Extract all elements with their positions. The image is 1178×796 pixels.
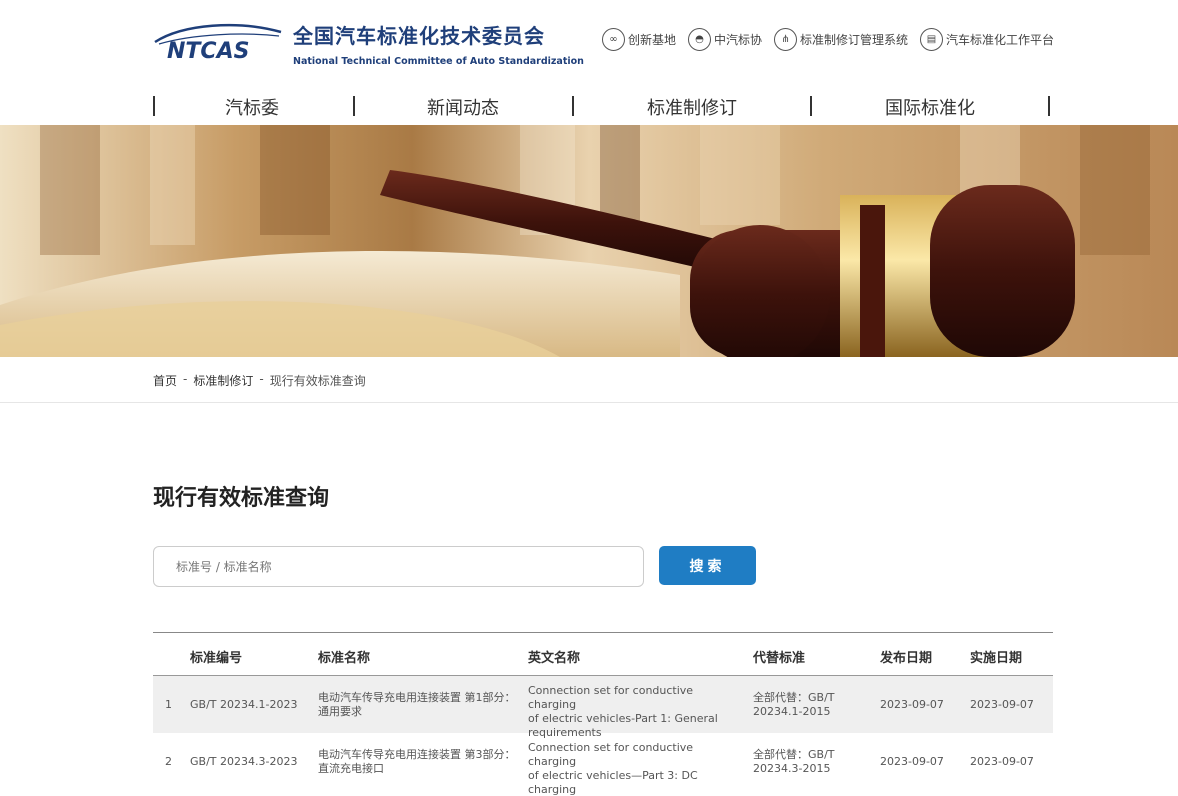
site-logo[interactable]: NTCAS 全国汽车标准化技术委员会 National Technical Co…	[153, 20, 584, 67]
standard-english-name: Connection set for conductive charging o…	[528, 684, 718, 739]
breadcrumb-separator: -	[183, 372, 188, 386]
nav-divider	[1048, 96, 1050, 116]
main-nav: 汽标委 新闻动态 标准制修订 国际标准化	[153, 94, 1050, 119]
breadcrumb-bar: 首页 - 标准制修订 - 现行有效标准查询	[0, 357, 1178, 403]
logo-english-name: National Technical Committee of Auto Sta…	[293, 56, 584, 67]
quick-link-standard-system[interactable]: ⋔ 标准制修订管理系统	[773, 28, 908, 51]
breadcrumb: 首页 - 标准制修订 - 现行有效标准查询	[153, 372, 366, 389]
quick-link-work-platform[interactable]: ▤ 汽车标准化工作平台	[919, 28, 1054, 51]
replaced-standard: 全部代替：GB/T 20234.3-2015	[753, 748, 835, 775]
quick-link-label: 标准制修订管理系统	[799, 33, 908, 47]
network-icon: ⋔	[773, 28, 797, 51]
row-index: 1	[165, 698, 172, 711]
column-header-english-name: 英文名称	[528, 651, 581, 666]
breadcrumb-standard-revision[interactable]: 标准制修订	[193, 372, 253, 389]
gavel-book-illustration	[0, 125, 1178, 357]
row-index: 2	[165, 755, 172, 768]
nav-item-news[interactable]: 新闻动态	[427, 94, 499, 120]
quick-link-innovation-base[interactable]: ∞ 创新基地	[601, 28, 676, 51]
replaced-standard: 全部代替：GB/T 20234.1-2015	[753, 691, 835, 718]
infinity-icon: ∞	[601, 28, 625, 51]
column-header-replaces: 代替标准	[753, 651, 806, 666]
quick-link-caam[interactable]: ◓ 中汽标协	[687, 28, 762, 51]
site-header: NTCAS 全国汽车标准化技术委员会 National Technical Co…	[0, 0, 1178, 125]
column-header-name: 标准名称	[318, 651, 371, 666]
quick-link-label: 创新基地	[627, 33, 676, 47]
logo-chinese-name: 全国汽车标准化技术委员会	[293, 24, 545, 48]
standard-code[interactable]: GB/T 20234.1-2023	[190, 698, 297, 712]
ntcas-logo-mark: NTCAS	[153, 20, 285, 64]
search-input[interactable]	[153, 546, 644, 587]
nav-divider	[353, 96, 355, 116]
table-row[interactable]: 2 GB/T 20234.3-2023 电动汽车传导充电用连接装置 第3部分： …	[153, 733, 1053, 796]
column-header-code: 标准编号	[190, 651, 243, 666]
quick-link-label: 汽车标准化工作平台	[945, 33, 1054, 47]
hero-banner	[0, 125, 1178, 357]
car-icon: ◓	[687, 28, 711, 51]
document-icon: ▤	[919, 28, 943, 51]
implement-date: 2023-09-07	[970, 755, 1034, 768]
table-row[interactable]: 1 GB/T 20234.1-2023 电动汽车传导充电用连接装置 第1部分： …	[153, 676, 1053, 739]
breadcrumb-separator: -	[259, 372, 264, 386]
publish-date: 2023-09-07	[880, 698, 944, 711]
publish-date: 2023-09-07	[880, 755, 944, 768]
standard-english-name: Connection set for conductive charging o…	[528, 741, 698, 796]
standard-name[interactable]: 电动汽车传导充电用连接装置 第1部分： 通用要求	[318, 691, 518, 719]
page-title: 现行有效标准查询	[153, 486, 330, 511]
nav-divider	[572, 96, 574, 116]
standard-name[interactable]: 电动汽车传导充电用连接装置 第3部分： 直流充电接口	[318, 748, 518, 776]
column-header-publish-date: 发布日期	[880, 651, 933, 666]
svg-text:NTCAS: NTCAS	[167, 39, 249, 64]
breadcrumb-current: 现行有效标准查询	[269, 374, 366, 388]
quick-links: ∞ 创新基地 ◓ 中汽标协 ⋔ 标准制修订管理系统 ▤ 汽车标准化工作平台	[590, 28, 1054, 51]
column-header-implement-date: 实施日期	[970, 651, 1023, 666]
breadcrumb-home[interactable]: 首页	[153, 372, 177, 389]
nav-item-standard-revision[interactable]: 标准制修订	[647, 94, 737, 120]
nav-divider	[810, 96, 812, 116]
search-button[interactable]: 搜索	[659, 546, 756, 585]
standards-table: 标准编号 标准名称 英文名称 代替标准 发布日期 实施日期 1 GB/T 202…	[153, 632, 1053, 796]
nav-item-international[interactable]: 国际标准化	[885, 94, 975, 120]
implement-date: 2023-09-07	[970, 698, 1034, 711]
nav-divider	[153, 96, 155, 116]
table-header: 标准编号 标准名称 英文名称 代替标准 发布日期 实施日期	[153, 633, 1053, 676]
quick-link-label: 中汽标协	[713, 33, 762, 47]
nav-item-committee[interactable]: 汽标委	[225, 94, 279, 120]
standard-code[interactable]: GB/T 20234.3-2023	[190, 755, 297, 769]
